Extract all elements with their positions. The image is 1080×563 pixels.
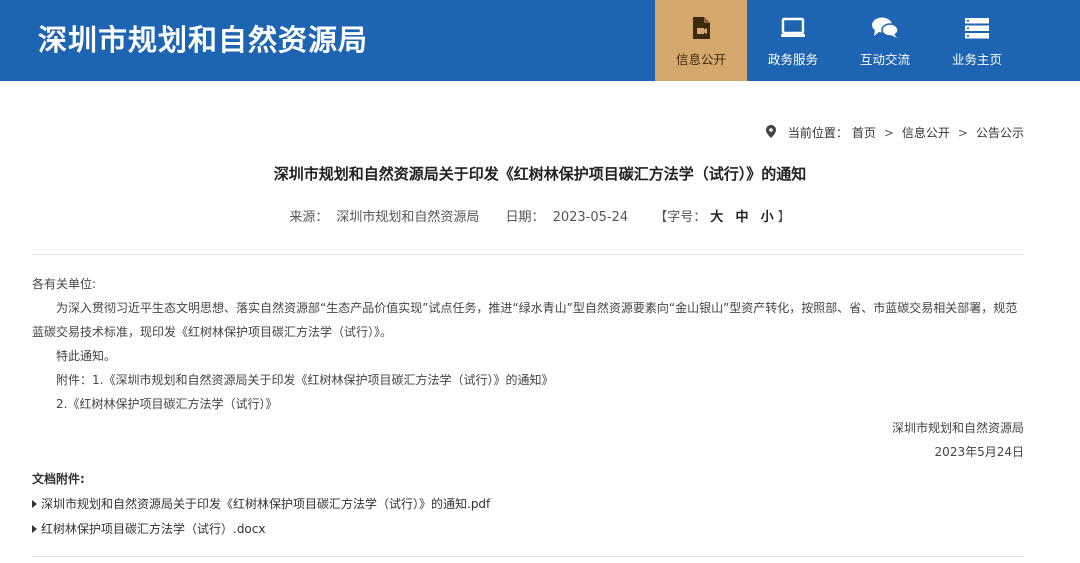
chat-bubbles-icon [870, 15, 900, 41]
closing-notice: 特此通知。 [56, 349, 117, 363]
breadcrumb-info-disclosure[interactable]: 信息公开 [902, 124, 950, 141]
breadcrumb-announcements[interactable]: 公告公示 [976, 124, 1024, 141]
triangle-right-icon [32, 499, 37, 508]
signer: 深圳市规划和自然资源局 [891, 421, 1024, 435]
breadcrumb-prefix: 当前位置： [787, 126, 848, 140]
nav-label: 信息公开 [675, 52, 726, 67]
attachments-title: 文档附件: [32, 472, 85, 486]
site-title[interactable]: 深圳市规划和自然资源局 [38, 18, 368, 62]
attachment-line-2: 2.《红树林保护项目碳汇方法学（试行）》 [56, 397, 278, 411]
sign-date: 2023年5月24日 [934, 445, 1024, 459]
font-size-label: 【字号： [654, 210, 707, 225]
breadcrumb-separator: > [957, 125, 968, 140]
nav-label: 互动交流 [859, 52, 910, 67]
attachment-filename: 红树林保护项目碳汇方法学（试行）.docx [41, 522, 266, 536]
body-paragraph: 为深入贯彻习近平生态文明思想、落实自然资源部“生态产品价值实现”试点任务，推进“… [32, 301, 1018, 339]
date-label: 日期： [505, 210, 545, 225]
nav-item-government-services[interactable]: 政务服务 [747, 0, 839, 81]
location-pin-icon [765, 124, 776, 141]
main-nav: 信息公开 政务服务 互动交流 业务主页 [655, 0, 1023, 81]
nav-label: 政务服务 [767, 52, 818, 67]
article-title: 深圳市规划和自然资源局关于印发《红树林保护项目碳汇方法学（试行）》的通知 [273, 165, 807, 183]
article-body: 各有关单位: 为深入贯彻习近平生态文明思想、落实自然资源部“生态产品价值实现”试… [32, 272, 1024, 464]
attachment-link-pdf[interactable]: 深圳市规划和自然资源局关于印发《红树林保护项目碳汇方法学（试行）》的通知.pdf [32, 495, 490, 512]
attachment-filename: 深圳市规划和自然资源局关于印发《红树林保护项目碳汇方法学（试行）》的通知.pdf [41, 497, 491, 511]
salutation: 各有关单位: [32, 277, 97, 291]
article-meta: 来源： 深圳市规划和自然资源局 日期： 2023-05-24 【字号：大 中 小】 [0, 206, 1080, 225]
font-size-large-button[interactable]: 大 [710, 210, 723, 225]
nav-item-interaction[interactable]: 互动交流 [839, 0, 931, 81]
source-label: 来源： [289, 210, 329, 225]
monitor-icon [778, 15, 808, 41]
source-value: 深圳市规划和自然资源局 [336, 210, 480, 225]
nav-item-business-home[interactable]: 业务主页 [931, 0, 1023, 81]
triangle-right-icon [32, 524, 37, 533]
breadcrumb: 当前位置： 首页 > 信息公开 > 公告公示 [765, 124, 1024, 141]
breadcrumb-separator: > [883, 125, 894, 140]
divider [32, 254, 1024, 255]
site-header: 深圳市规划和自然资源局 信息公开 政务服务 互动交流 业务主页 [0, 0, 1080, 81]
breadcrumb-home[interactable]: 首页 [852, 124, 876, 141]
nav-item-info-disclosure[interactable]: 信息公开 [655, 0, 747, 81]
font-size-small-button[interactable]: 小 [761, 210, 774, 225]
divider [32, 556, 1024, 557]
server-list-icon [962, 15, 992, 41]
font-size-medium-button[interactable]: 中 [735, 210, 748, 225]
font-size-close: 】 [777, 210, 791, 225]
attachment-link-docx[interactable]: 红树林保护项目碳汇方法学（试行）.docx [32, 520, 265, 537]
document-video-icon [686, 15, 716, 41]
nav-label: 业务主页 [951, 52, 1002, 67]
date-value: 2023-05-24 [552, 210, 629, 225]
attachment-line-1: 附件：1.《深圳市规划和自然资源局关于印发《红树林保护项目碳汇方法学（试行）》的… [56, 373, 554, 387]
